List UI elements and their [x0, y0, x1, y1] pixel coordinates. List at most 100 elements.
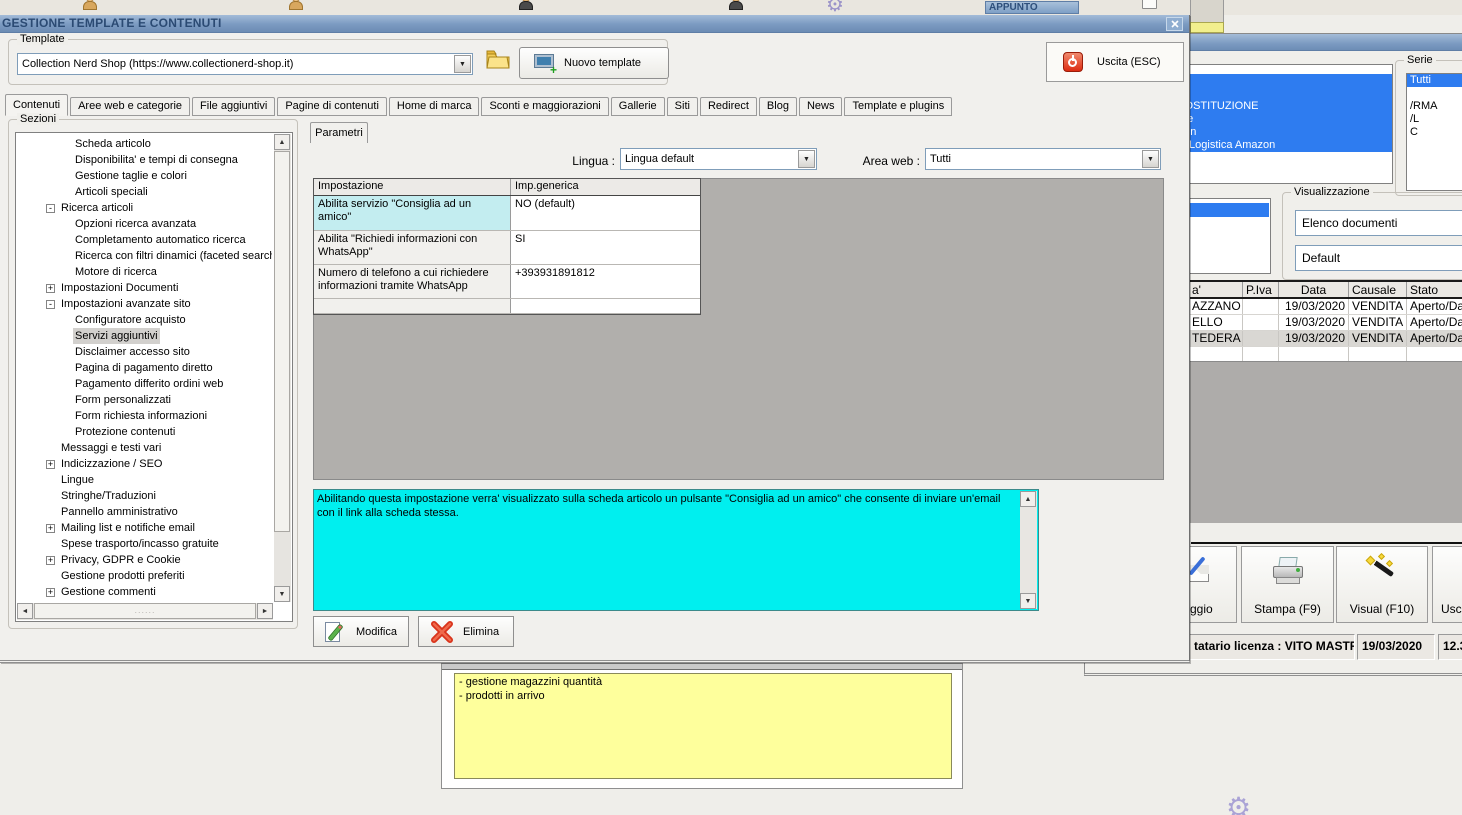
tree-item[interactable]: Protezione contenuti: [18, 424, 272, 440]
tree-item[interactable]: + Impostazioni Documenti: [18, 280, 272, 296]
dialog-titlebar[interactable]: GESTIONE TEMPLATE E CONTENUTI: [0, 15, 1189, 33]
modifica-button[interactable]: Modifica: [313, 616, 409, 647]
tab[interactable]: News: [798, 97, 843, 116]
tree-item[interactable]: Messaggi e testi vari: [18, 440, 272, 456]
tree-item[interactable]: Pannello amministrativo: [18, 504, 272, 520]
serie-listbox[interactable]: Tutti/RMA/L C: [1406, 73, 1462, 191]
list-item[interactable]: Tutti: [1407, 74, 1462, 87]
tree-item[interactable]: Pagamento differito ordini web: [18, 376, 272, 392]
lingua-select[interactable]: Lingua default ▼: [620, 148, 817, 170]
table-row[interactable]: ELLO 19/03/2020 VENDITA Aperto/Da f: [1189, 315, 1462, 331]
scroll-down-icon[interactable]: ▼: [1020, 593, 1036, 609]
table-row[interactable]: [314, 299, 700, 314]
view-select[interactable]: Elenco documenti: [1295, 210, 1462, 236]
tree-item[interactable]: Stringhe/Traduzioni: [18, 488, 272, 504]
tab[interactable]: Template e plugins: [844, 97, 953, 116]
tree-item[interactable]: Ricerca con filtri dinamici (faceted sea…: [18, 248, 272, 264]
scrollbar-thumb[interactable]: ......: [34, 603, 256, 619]
tree-item[interactable]: Motore di ricerca: [18, 264, 272, 280]
open-folder-button[interactable]: [485, 48, 513, 78]
tree-vertical-scrollbar[interactable]: ▲ ▼: [274, 134, 291, 602]
scroll-up-icon[interactable]: ▲: [274, 134, 290, 150]
tab[interactable]: Aree web e categorie: [70, 97, 191, 116]
tab[interactable]: Sconti e maggiorazioni: [481, 97, 609, 116]
scroll-up-icon[interactable]: ▲: [1020, 491, 1036, 507]
valore-cell[interactable]: +393931891812: [511, 265, 700, 298]
tree-item[interactable]: + Mailing list e notifiche email: [18, 520, 272, 536]
template-combobox-arrow[interactable]: ▼: [454, 55, 471, 73]
tree-item[interactable]: Pagina di pagamento diretto: [18, 360, 272, 376]
tree-expand-icon[interactable]: -: [46, 203, 55, 213]
tab-parametri[interactable]: Parametri: [310, 122, 368, 143]
table-row[interactable]: Abilita servizio "Consiglia ad un amico"…: [314, 196, 700, 231]
tab[interactable]: Gallerie: [610, 97, 665, 116]
note-textarea[interactable]: - gestione magazzini quantità - prodotti …: [454, 673, 952, 779]
template-combobox[interactable]: Collection Nerd Shop (https://www.collec…: [17, 53, 473, 75]
tree-item[interactable]: Lingue: [18, 472, 272, 488]
tree-item[interactable]: - Impostazioni avanzate sito: [18, 296, 272, 312]
uscita-button[interactable]: Uscita (ESC): [1046, 42, 1184, 82]
list-item[interactable]: /RMA: [1407, 100, 1462, 113]
lingua-select-arrow[interactable]: ▼: [798, 150, 815, 168]
tree-item[interactable]: + Indicizzazione / SEO: [18, 456, 272, 472]
table-row[interactable]: Numero di telefono a cui richiedere info…: [314, 265, 700, 299]
tree-item[interactable]: Gestione prodotti preferiti: [18, 568, 272, 584]
visual-button[interactable]: Visual (F10): [1336, 546, 1428, 623]
impostazione-cell[interactable]: Abilita "Richiedi informazioni con Whats…: [314, 231, 511, 264]
tab[interactable]: Blog: [758, 97, 797, 116]
tab[interactable]: Pagine di contenuti: [277, 97, 387, 116]
scroll-right-icon[interactable]: ►: [257, 603, 273, 619]
valore-cell[interactable]: [511, 299, 700, 313]
tree-item[interactable]: Articoli speciali: [18, 184, 272, 200]
tree-item[interactable]: + Gestione commenti: [18, 584, 272, 600]
scroll-down-icon[interactable]: ▼: [274, 586, 290, 602]
tab[interactable]: Redirect: [699, 97, 757, 116]
tab[interactable]: Siti: [666, 97, 698, 116]
areaweb-select-arrow[interactable]: ▼: [1142, 150, 1159, 168]
table-row[interactable]: TEDERA 19/03/2020 VENDITA Aperto/Da f: [1189, 331, 1462, 347]
tree-horizontal-scrollbar[interactable]: ◄ ...... ►: [17, 603, 273, 620]
uscita-f-button[interactable]: Usc: [1432, 546, 1462, 623]
tree-item[interactable]: Disponibilita' e tempi di consegna: [18, 152, 272, 168]
tree-item[interactable]: Configuratore acquisto: [18, 312, 272, 328]
areaweb-select[interactable]: Tutti ▼: [925, 148, 1161, 170]
scroll-left-icon[interactable]: ◄: [17, 603, 33, 619]
tree-expand-icon[interactable]: +: [46, 283, 55, 293]
layout-select[interactable]: Default: [1295, 245, 1462, 271]
impostazione-cell[interactable]: Numero di telefono a cui richiedere info…: [314, 265, 511, 298]
tree-item[interactable]: - Ricerca articoli: [18, 200, 272, 216]
valore-cell[interactable]: SI: [511, 231, 700, 264]
tree-item[interactable]: Spese trasporto/incasso gratuite: [18, 536, 272, 552]
table-row[interactable]: Abilita "Richiedi informazioni con Whats…: [314, 231, 700, 265]
tree-item[interactable]: Completamento automatico ricerca: [18, 232, 272, 248]
tree-item[interactable]: Scheda articolo: [18, 136, 272, 152]
scrollbar-thumb[interactable]: [274, 151, 290, 532]
close-button[interactable]: [1166, 17, 1183, 31]
list-item[interactable]: C: [1407, 126, 1462, 139]
tab[interactable]: Home di marca: [388, 97, 480, 116]
tree-expand-icon[interactable]: +: [46, 555, 55, 565]
elimina-button[interactable]: Elimina: [418, 616, 514, 647]
list-item[interactable]: /L: [1407, 113, 1462, 126]
tree-expand-icon[interactable]: +: [46, 459, 55, 469]
tree-item[interactable]: Disclaimer accesso sito: [18, 344, 272, 360]
impostazione-cell[interactable]: Abilita servizio "Consiglia ad un amico": [314, 196, 511, 230]
tree-expand-icon[interactable]: +: [46, 523, 55, 533]
table-row[interactable]: AZZANO 19/03/2020 VENDITA Aperto/Da f: [1189, 299, 1462, 315]
description-scrollbar[interactable]: ▲ ▼: [1020, 491, 1037, 609]
list-item[interactable]: [1407, 87, 1462, 100]
tree-expand-icon[interactable]: +: [46, 587, 55, 597]
nuovo-template-button[interactable]: + Nuovo template: [519, 47, 669, 79]
tree-item[interactable]: Form personalizzati: [18, 392, 272, 408]
tree-item[interactable]: + Privacy, GDPR e Cookie: [18, 552, 272, 568]
tree-item[interactable]: Servizi aggiuntivi: [18, 328, 272, 344]
tree-item[interactable]: Opzioni ricerca avanzata: [18, 216, 272, 232]
tree-expand-icon[interactable]: -: [46, 299, 55, 309]
tab[interactable]: File aggiuntivi: [192, 97, 276, 116]
stampa-button[interactable]: Stampa (F9): [1241, 546, 1334, 623]
valore-cell[interactable]: NO (default): [511, 196, 700, 230]
tree-item[interactable]: Gestione taglie e colori: [18, 168, 272, 184]
impostazione-cell[interactable]: [314, 299, 511, 313]
note-window-titlebar[interactable]: [442, 664, 962, 670]
tree-item[interactable]: Form richiesta informazioni: [18, 408, 272, 424]
